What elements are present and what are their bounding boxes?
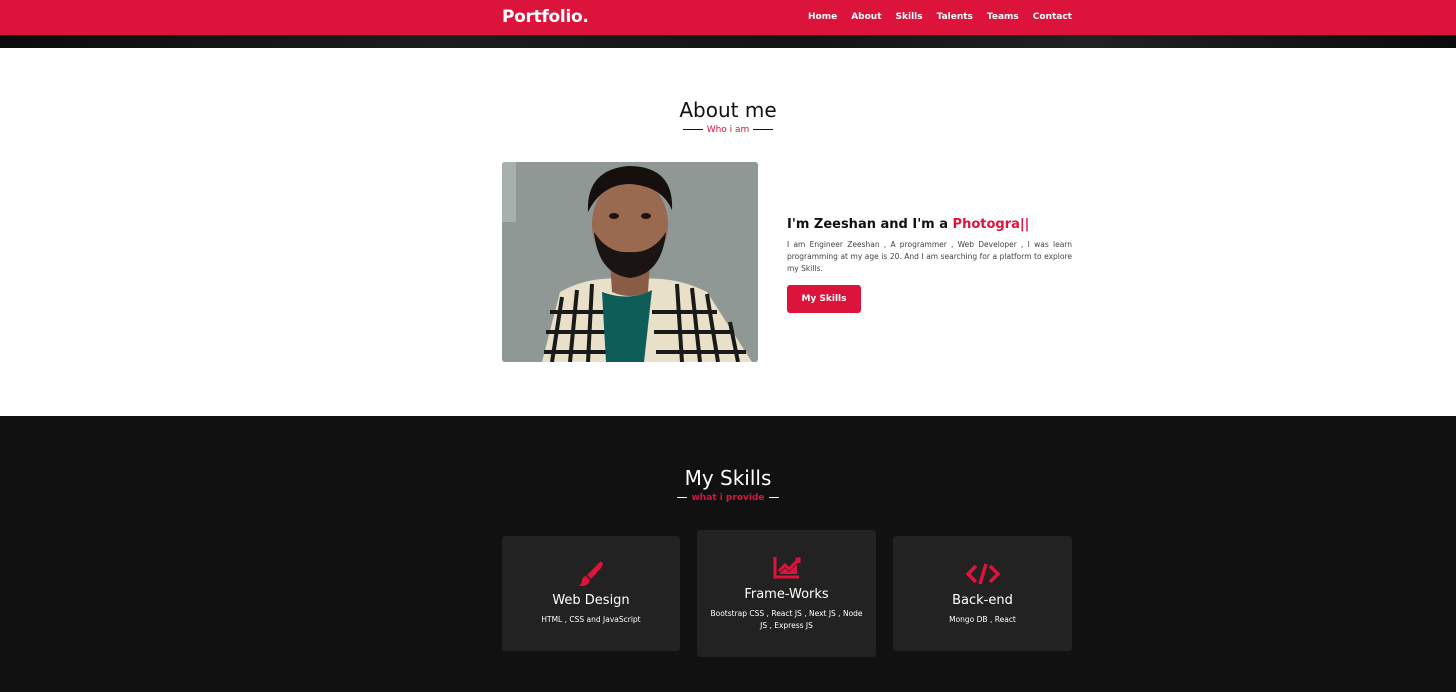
divider-line (753, 129, 774, 130)
divider-line (677, 497, 688, 498)
about-subtitle-text: Who i am (706, 125, 750, 135)
skill-card-web-design[interactable]: Web Design HTML , CSS and JavaScript (502, 536, 680, 651)
skill-card-frame-works[interactable]: Frame-Works Bootstrap CSS , React JS , N… (697, 530, 876, 657)
skills-title: My Skills (684, 466, 772, 490)
profile-photo (502, 162, 758, 362)
skill-card-title: Back-end (952, 593, 1013, 608)
paint-brush-icon (502, 560, 680, 592)
navbar: Portfolio. Home About Skills Talents Tea… (0, 0, 1456, 35)
skill-card-description: HTML , CSS and JavaScript (541, 615, 641, 624)
profile-photo-illustration (502, 162, 758, 362)
skill-card-description: Bootstrap CSS , React JS , Next JS , Nod… (710, 609, 863, 630)
nav-menu: Home About Skills Talents Teams Contact (808, 12, 1072, 22)
divider-line (768, 497, 779, 498)
navbar-inner: Portfolio. Home About Skills Talents Tea… (502, 0, 1072, 35)
nav-link-about[interactable]: About (851, 12, 881, 22)
nav-link-skills[interactable]: Skills (896, 12, 923, 22)
skills-section: My Skills what i provide Web Design HTML… (0, 416, 1456, 692)
intro-heading-prefix: I'm Zeeshan and I'm a (787, 217, 953, 232)
skill-card-title: Web Design (552, 593, 630, 608)
nav-link-talents[interactable]: Talents (937, 12, 973, 22)
about-section: About me Who i am I'm Zeeshan and I'm a … (0, 48, 1456, 416)
nav-link-contact[interactable]: Contact (1033, 12, 1072, 22)
my-skills-button[interactable]: My Skills (787, 285, 861, 313)
intro-heading: I'm Zeeshan and I'm a Photogra|| (787, 217, 1029, 232)
skills-subtitle-text: what i provide (691, 493, 765, 503)
skill-card-title: Frame-Works (744, 587, 829, 602)
code-icon (893, 562, 1072, 590)
skill-card-description: Mongo DB , React (949, 615, 1016, 624)
nav-link-teams[interactable]: Teams (987, 12, 1019, 22)
skill-card-back-end[interactable]: Back-end Mongo DB , React (893, 536, 1072, 651)
about-description: I am Engineer Zeeshan , A programmer , W… (787, 240, 1072, 273)
divider-line (682, 129, 703, 130)
about-title: About me (679, 98, 777, 122)
nav-link-home[interactable]: Home (808, 12, 837, 22)
about-subtitle: Who i am (0, 125, 1456, 135)
typed-text: Photogra|| (952, 217, 1030, 232)
hero-background-strip (0, 35, 1456, 48)
logo[interactable]: Portfolio. (502, 7, 589, 27)
chart-area-icon (697, 555, 876, 583)
skills-subtitle: what i provide (0, 493, 1456, 503)
